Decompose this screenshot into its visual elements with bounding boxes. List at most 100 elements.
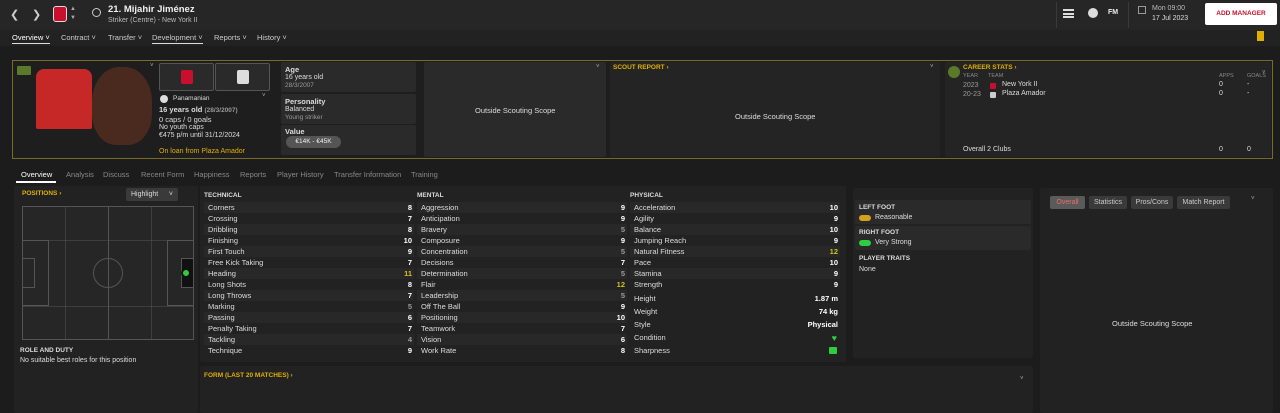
chevron-down-icon[interactable]: ˅ bbox=[1251, 196, 1255, 202]
attribute-row[interactable]: Leadership 5 bbox=[417, 290, 627, 301]
attribute-name: Heading bbox=[208, 269, 236, 278]
attribute-row[interactable]: Decisions 7 bbox=[417, 257, 627, 268]
chevron-down-icon[interactable]: ˅ bbox=[930, 64, 934, 70]
attribute-value: 7 bbox=[407, 258, 412, 267]
attribute-row[interactable]: Tackling 4 bbox=[204, 334, 414, 345]
grid-line bbox=[65, 207, 66, 339]
subtab-discuss[interactable]: Discuss bbox=[103, 170, 129, 179]
game-date: 17 Jul 2023 bbox=[1152, 15, 1189, 22]
position-marker-st[interactable] bbox=[181, 268, 191, 278]
club-badge-icon[interactable] bbox=[53, 6, 67, 22]
bookmark-icon[interactable] bbox=[1257, 31, 1264, 41]
tab-development[interactable]: Development ˅ bbox=[152, 33, 203, 44]
highlight-dropdown[interactable]: Highlight ˅ bbox=[126, 188, 178, 201]
attribute-row[interactable]: Acceleration 10 bbox=[630, 202, 840, 213]
forward-arrow-icon[interactable]: ❯ bbox=[32, 8, 41, 21]
form-title[interactable]: FORM (LAST 20 MATCHES) › bbox=[204, 372, 293, 379]
statistics-button[interactable]: Statistics bbox=[1089, 196, 1127, 209]
overall-button[interactable]: Overall bbox=[1050, 196, 1085, 209]
loan-link[interactable]: On loan from Plaza Amador bbox=[159, 148, 245, 155]
attribute-value: 7 bbox=[407, 324, 412, 333]
game-time: Mon 09:00 bbox=[1152, 5, 1186, 12]
attribute-row[interactable]: Natural Fitness 12 bbox=[630, 246, 840, 257]
attribute-row[interactable]: Technique 9 bbox=[204, 345, 414, 356]
subtab-reports[interactable]: Reports bbox=[240, 170, 266, 179]
attribute-row[interactable]: Anticipation 9 bbox=[417, 213, 627, 224]
subtab-player-history[interactable]: Player History bbox=[277, 170, 324, 179]
attribute-row[interactable]: Heading 11 bbox=[204, 268, 414, 279]
career-row-team[interactable]: New York II bbox=[1002, 81, 1037, 88]
subtab-training[interactable]: Training bbox=[411, 170, 438, 179]
attribute-row[interactable]: Free Kick Taking 7 bbox=[204, 257, 414, 268]
tab-reports[interactable]: Reports ˅ bbox=[214, 33, 247, 42]
parent-club-badge[interactable] bbox=[215, 63, 270, 91]
menu-icon[interactable] bbox=[1063, 9, 1074, 18]
attribute-row[interactable]: Long Throws 7 bbox=[204, 290, 414, 301]
attribute-row[interactable]: Passing 6 bbox=[204, 312, 414, 323]
tab-transfer[interactable]: Transfer ˅ bbox=[108, 33, 142, 42]
pros-cons-button[interactable]: Pros/Cons bbox=[1131, 196, 1173, 209]
attribute-row[interactable]: Marking 5 bbox=[204, 301, 414, 312]
career-stats-title[interactable]: CAREER STATS › bbox=[963, 64, 1017, 71]
grid-line bbox=[23, 306, 193, 307]
nationality[interactable]: Panamanian bbox=[173, 95, 210, 102]
attribute-row[interactable]: Determination 5 bbox=[417, 268, 627, 279]
attribute-row[interactable]: Work Rate 8 bbox=[417, 345, 627, 356]
career-row-team[interactable]: Plaza Amador bbox=[1002, 90, 1046, 97]
attribute-row[interactable]: Pace 10 bbox=[630, 257, 840, 268]
attribute-row[interactable]: Penalty Taking 7 bbox=[204, 323, 414, 334]
ball-icon[interactable] bbox=[1088, 8, 1098, 18]
chevron-down-icon[interactable]: ˅ bbox=[596, 64, 600, 70]
attribute-row[interactable]: Strength 9 bbox=[630, 279, 840, 290]
chevron-down-icon[interactable]: ˅ bbox=[150, 63, 154, 69]
tab-overview[interactable]: Overview ˅ bbox=[12, 33, 50, 44]
subtab-overview[interactable]: Overview bbox=[21, 170, 52, 179]
attribute-value: 6 bbox=[620, 335, 625, 344]
overall-text: Outside Scouting Scope bbox=[1112, 319, 1193, 328]
scout-report-title[interactable]: SCOUT REPORT › bbox=[613, 64, 669, 71]
attribute-row[interactable]: Dribbling 8 bbox=[204, 224, 414, 235]
chevron-up-icon[interactable]: ▲ bbox=[70, 6, 76, 12]
subtab-transfer-info[interactable]: Transfer Information bbox=[334, 170, 401, 179]
subtab-recent-form[interactable]: Recent Form bbox=[141, 170, 184, 179]
attribute-row[interactable]: Balance 10 bbox=[630, 224, 840, 235]
value-range[interactable]: €14K - €45K bbox=[286, 136, 341, 148]
attribute-row[interactable]: Concentration 5 bbox=[417, 246, 627, 257]
attribute-row[interactable]: Off The Ball 9 bbox=[417, 301, 627, 312]
attribute-row[interactable]: Finishing 10 bbox=[204, 235, 414, 246]
chevron-down-icon[interactable]: ▼ bbox=[70, 15, 76, 21]
attribute-row[interactable]: First Touch 9 bbox=[204, 246, 414, 257]
attribute-row[interactable]: Long Shots 8 bbox=[204, 279, 414, 290]
attribute-row[interactable]: Bravery 5 bbox=[417, 224, 627, 235]
chevron-down-icon[interactable]: ˅ bbox=[262, 93, 266, 99]
attribute-row[interactable]: Teamwork 7 bbox=[417, 323, 627, 334]
attribute-name: Decisions bbox=[421, 258, 454, 267]
calendar-icon bbox=[1138, 6, 1146, 14]
subtab-happiness[interactable]: Happiness bbox=[194, 170, 229, 179]
add-manager-button[interactable]: ADD MANAGER bbox=[1205, 3, 1277, 25]
attribute-row[interactable]: Jumping Reach 9 bbox=[630, 235, 840, 246]
tab-contract[interactable]: Contract ˅ bbox=[61, 33, 96, 42]
attribute-row[interactable]: Flair 12 bbox=[417, 279, 627, 290]
attribute-row[interactable]: Vision 6 bbox=[417, 334, 627, 345]
attribute-row[interactable]: Aggression 9 bbox=[417, 202, 627, 213]
attribute-row[interactable]: Corners 8 bbox=[204, 202, 414, 213]
fm-logo[interactable]: FM bbox=[1108, 9, 1118, 16]
attribute-row[interactable]: Composure 9 bbox=[417, 235, 627, 246]
left-foot-title: LEFT FOOT bbox=[859, 204, 896, 211]
positions-title[interactable]: POSITIONS › bbox=[22, 190, 61, 197]
left-foot-icon bbox=[859, 215, 871, 221]
subtab-analysis[interactable]: Analysis bbox=[66, 170, 94, 179]
attribute-row[interactable]: Positioning 10 bbox=[417, 312, 627, 323]
attribute-row[interactable]: Agility 9 bbox=[630, 213, 840, 224]
style-value: Physical bbox=[807, 320, 838, 329]
attribute-row[interactable]: Crossing 7 bbox=[204, 213, 414, 224]
club-badge[interactable] bbox=[159, 63, 214, 91]
match-report-button[interactable]: Match Report bbox=[1177, 196, 1230, 209]
attribute-row[interactable]: Stamina 9 bbox=[630, 268, 840, 279]
chevron-down-icon[interactable]: ˅ bbox=[1020, 376, 1024, 382]
divider bbox=[1128, 2, 1129, 28]
tab-history[interactable]: History ˅ bbox=[257, 33, 287, 42]
search-icon[interactable] bbox=[92, 8, 101, 17]
back-arrow-icon[interactable]: ❮ bbox=[10, 8, 19, 21]
